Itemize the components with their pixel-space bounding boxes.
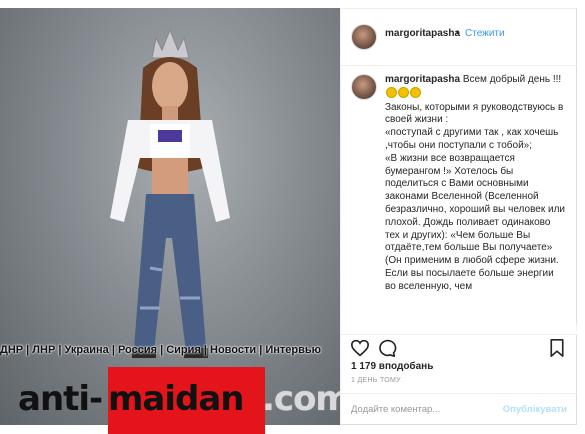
post-side-panel: margoritapasha • Стежити margoritapasha … — [340, 8, 577, 425]
caption-line: (Он применим в любой сфере жизни. Если в… — [385, 255, 559, 292]
comment-input[interactable]: Додайте коментар... — [351, 404, 440, 415]
heart-icon[interactable] — [350, 339, 370, 357]
logo-text-com: .com — [262, 379, 351, 419]
post-photo[interactable] — [0, 8, 340, 425]
bookmark-icon[interactable] — [547, 339, 567, 357]
woman-figure-image — [110, 28, 230, 358]
caption-text: margoritapasha Всем добрый день !!! Зако… — [385, 74, 565, 294]
emoji-icon — [386, 86, 397, 98]
caption-line: Законы, которыми я руководствуюсь в свое… — [385, 101, 564, 126]
caption-avatar[interactable] — [351, 74, 377, 100]
caption-line: «поступай с другими так , как хочешь ,чт… — [385, 127, 559, 151]
avatar[interactable] — [351, 24, 377, 50]
site-logo: anti- maidan .com — [0, 367, 351, 434]
follow-button[interactable]: Стежити — [465, 28, 505, 39]
caption-fade — [341, 318, 577, 334]
username-link[interactable]: margoritapasha — [385, 28, 460, 39]
post-comment-button[interactable]: Опублікувати — [503, 404, 567, 415]
emoji-icon — [398, 86, 409, 98]
action-bar — [341, 334, 577, 359]
header-separator: • — [456, 28, 460, 39]
likes-count[interactable]: 1 179 вподобань — [351, 361, 433, 372]
caption-line: Всем добрый день !!! — [462, 74, 562, 85]
comment-icon[interactable] — [377, 339, 397, 357]
caption-line: «В жизни все возвращается бумерангом !» … — [385, 152, 565, 254]
emoji-icon — [410, 86, 421, 98]
comment-bar: Додайте коментар... Опублікувати — [341, 393, 577, 426]
caption-area[interactable]: margoritapasha Всем добрый день !!! Зако… — [341, 66, 577, 334]
site-tagline: ДНР | ЛНР | Украина | Россия | Сирия | Н… — [0, 344, 322, 356]
caption-username[interactable]: margoritapasha — [385, 74, 460, 85]
logo-text-anti: anti- — [18, 379, 103, 419]
post-header: margoritapasha • Стежити — [341, 9, 577, 66]
post-timestamp[interactable]: 1 день тому — [351, 377, 401, 384]
logo-text-maidan: maidan — [108, 379, 245, 419]
